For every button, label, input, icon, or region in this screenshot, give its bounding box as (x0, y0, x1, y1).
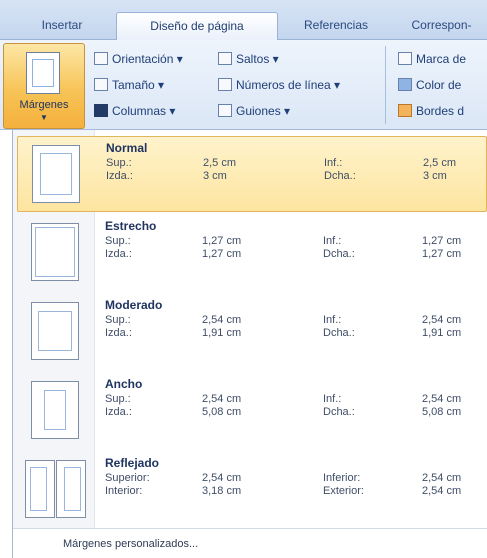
line-numbers-button[interactable]: Números de línea ▾ (218, 75, 340, 95)
tab-referencias[interactable]: Referencias (282, 12, 390, 40)
bottom-label: Inf.: (323, 235, 342, 247)
right-value: 5,08 cm (422, 406, 462, 418)
margin-option-estrecho[interactable]: Estrecho Sup.: 1,27 cm Inf.: 1,27 cm Izd… (17, 215, 487, 291)
right-value: 1,27 cm (422, 248, 462, 260)
inside-label: Interior: (105, 485, 143, 497)
margin-option-name: Normal (106, 141, 148, 155)
breaks-label: Saltos ▾ (236, 52, 279, 66)
top-label: Superior: (105, 472, 150, 484)
watermark-icon (398, 52, 412, 65)
page-color-label: Color de (416, 78, 462, 92)
top-label: Sup.: (105, 393, 131, 405)
page-borders-button[interactable]: Bordes d (398, 101, 464, 121)
ribbon-tab-strip: Insertar Diseño de página Referencias Co… (0, 0, 487, 40)
margin-mirrored-preview-icon (25, 460, 87, 518)
left-label: Izda.: (105, 406, 132, 418)
watermark-label: Marca de (416, 52, 467, 66)
page-borders-label: Bordes d (416, 104, 465, 118)
top-value: 2,54 cm (202, 472, 242, 484)
margin-option-ancho[interactable]: Ancho Sup.: 2,54 cm Inf.: 2,54 cm Izda.:… (17, 373, 487, 449)
top-value: 2,5 cm (203, 157, 237, 169)
tab-diseno-de-pagina[interactable]: Diseño de página (116, 12, 278, 40)
margin-moderate-preview-icon (31, 302, 79, 360)
hyphenation-icon (218, 104, 232, 117)
margin-option-reflejado[interactable]: Reflejado Superior: 2,54 cm Inferior: 2,… (17, 452, 487, 528)
page-borders-icon (398, 104, 412, 117)
margin-narrow-preview-icon (31, 223, 79, 281)
line-numbers-label: Números de línea ▾ (236, 78, 341, 92)
custom-margins-item[interactable]: Márgenes personalizados... (13, 528, 487, 558)
bottom-label: Inferior: (323, 472, 361, 484)
right-label: Dcha.: (323, 327, 355, 339)
right-label: Dcha.: (323, 248, 355, 260)
columns-button[interactable]: Columnas ▾ (94, 101, 175, 121)
right-value: 1,91 cm (422, 327, 462, 339)
watermark-button[interactable]: Marca de (398, 49, 466, 69)
inside-value: 3,18 cm (202, 485, 242, 497)
page-color-button[interactable]: Color de (398, 75, 461, 95)
top-value: 2,54 cm (202, 393, 242, 405)
hyphenation-button[interactable]: Guiones ▾ (218, 101, 290, 121)
top-label: Sup.: (105, 314, 131, 326)
breaks-icon (218, 52, 232, 65)
line-numbers-icon (218, 78, 232, 91)
page-color-icon (398, 78, 412, 91)
top-label: Sup.: (105, 235, 131, 247)
right-value: 3 cm (423, 170, 447, 182)
tab-insertar[interactable]: Insertar (14, 12, 110, 40)
columns-label: Columnas ▾ (112, 104, 176, 118)
left-label: Izda.: (106, 170, 133, 182)
top-label: Sup.: (106, 157, 132, 169)
outside-label: Exterior: (323, 485, 364, 497)
left-value: 1,27 cm (202, 248, 242, 260)
top-value: 2,54 cm (202, 314, 242, 326)
orientation-label: Orientación ▾ (112, 52, 183, 66)
left-label: Izda.: (105, 248, 132, 260)
right-label: Dcha.: (323, 406, 355, 418)
bottom-value: 2,5 cm (423, 157, 457, 169)
size-icon (94, 78, 108, 91)
top-value: 1,27 cm (202, 235, 242, 247)
size-label: Tamaño ▾ (112, 78, 165, 92)
breaks-button[interactable]: Saltos ▾ (218, 49, 279, 69)
ribbon-page-setup-group: Márgenes ▼ Orientación ▾ Tamaño ▾ Column… (0, 40, 487, 130)
margins-button-label: Márgenes (19, 99, 69, 111)
left-value: 5,08 cm (202, 406, 242, 418)
bottom-label: Inf.: (323, 314, 342, 326)
ribbon-group-separator (385, 46, 386, 124)
margins-page-icon (26, 52, 60, 94)
size-button[interactable]: Tamaño ▾ (94, 75, 164, 95)
right-label: Dcha.: (324, 170, 356, 182)
bottom-value: 2,54 cm (422, 472, 462, 484)
orientation-icon (94, 52, 108, 65)
hyphenation-label: Guiones ▾ (236, 104, 291, 118)
custom-margins-label: Márgenes personalizados... (63, 538, 199, 550)
bottom-value: 2,54 cm (422, 314, 462, 326)
margin-option-name: Estrecho (105, 219, 157, 233)
bottom-label: Inf.: (324, 157, 343, 169)
margins-button[interactable]: Márgenes ▼ (3, 43, 85, 129)
orientation-button[interactable]: Orientación ▾ (94, 49, 183, 69)
left-label: Izda.: (105, 327, 132, 339)
margin-option-name: Ancho (105, 377, 143, 391)
columns-icon (94, 104, 108, 117)
margin-wide-preview-icon (31, 381, 79, 439)
margins-dropdown-menu: Normal Sup.: 2,5 cm Inf.: 2,5 cm Izda.: … (12, 130, 487, 558)
left-value: 3 cm (203, 170, 227, 182)
margin-option-normal[interactable]: Normal Sup.: 2,5 cm Inf.: 2,5 cm Izda.: … (17, 136, 487, 212)
margin-normal-preview-icon (32, 145, 80, 203)
outside-value: 2,54 cm (422, 485, 462, 497)
margin-option-name: Moderado (105, 298, 163, 312)
left-value: 1,91 cm (202, 327, 242, 339)
chevron-down-icon: ▼ (40, 113, 48, 122)
margin-option-moderado[interactable]: Moderado Sup.: 2,54 cm Inf.: 2,54 cm Izd… (17, 294, 487, 370)
bottom-value: 1,27 cm (422, 235, 462, 247)
margin-option-name: Reflejado (105, 456, 160, 470)
bottom-value: 2,54 cm (422, 393, 462, 405)
bottom-label: Inf.: (323, 393, 342, 405)
tab-correspondencia[interactable]: Correspon- (396, 12, 487, 40)
